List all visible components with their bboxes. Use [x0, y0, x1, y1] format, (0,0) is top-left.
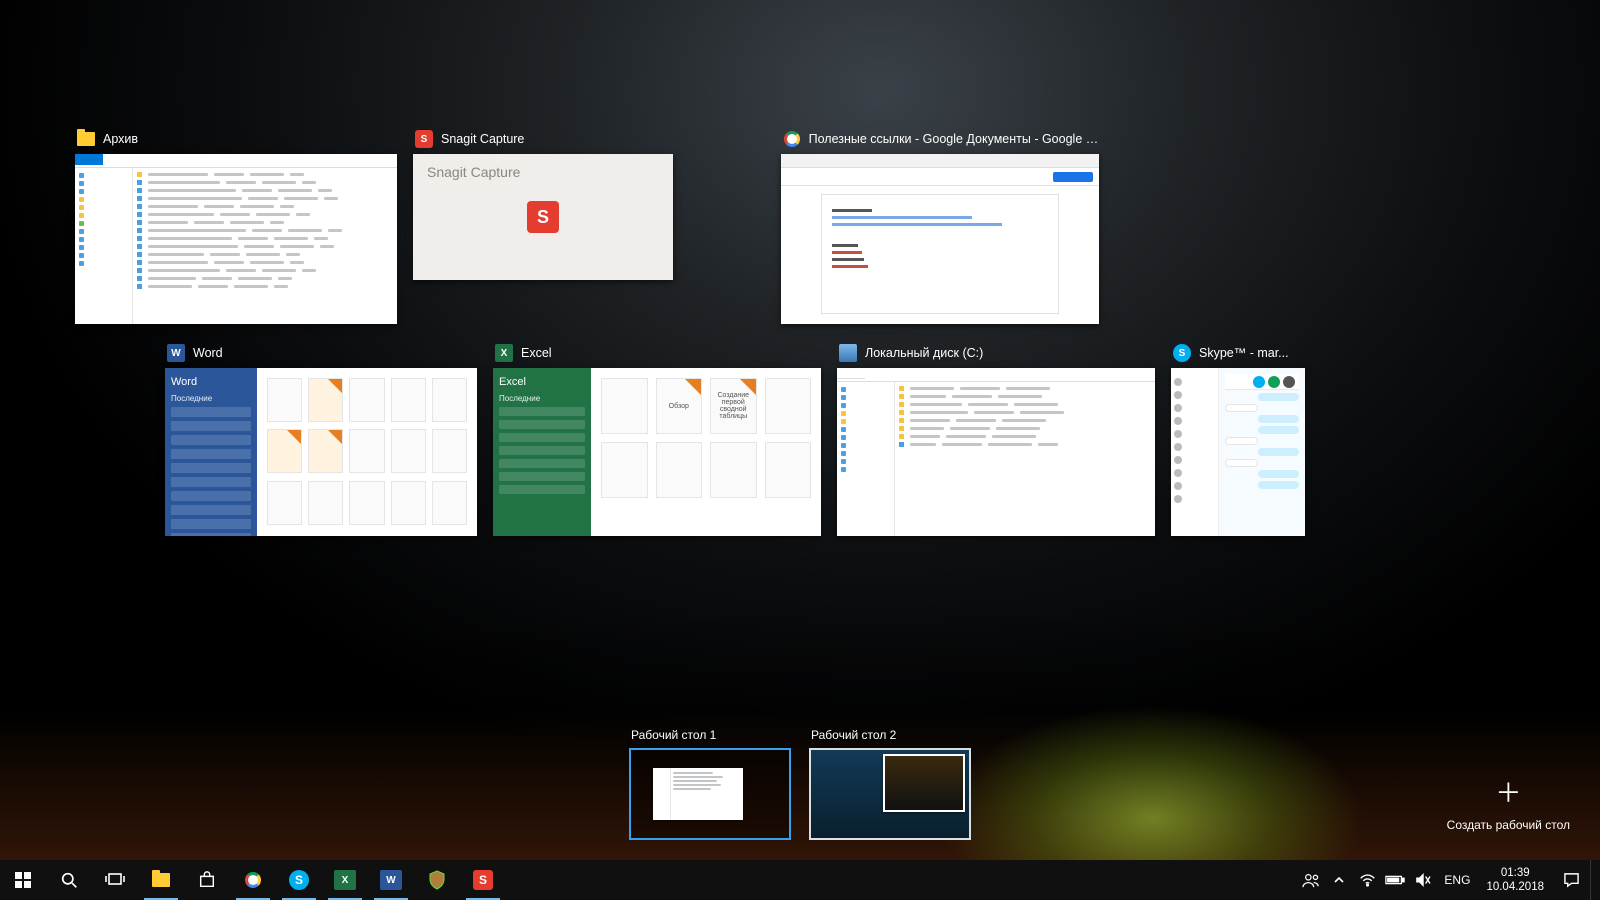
window-title: Word — [193, 346, 223, 360]
taskbar-chrome[interactable] — [230, 860, 276, 900]
window-excel[interactable]: X Excel Excel Последние Обзор Создание п… — [493, 342, 821, 536]
excel-thumb: Excel Последние Обзор Создание первой св… — [493, 368, 821, 536]
word-icon: W — [380, 870, 402, 890]
window-snagit[interactable]: S Snagit Capture Snagit Capture S — [413, 128, 673, 324]
snagit-thumb: Snagit Capture S — [413, 154, 673, 280]
window-title: Excel — [521, 346, 552, 360]
window-title: Полезные ссылки - Google Документы - Goo… — [809, 132, 1099, 146]
clock-time: 01:39 — [1486, 866, 1544, 880]
new-desktop-label: Создать рабочий стол — [1447, 818, 1570, 832]
window-skype[interactable]: S Skype™ - mar... — [1171, 342, 1305, 536]
taskbar: S X W S ENG 01:39 10.04.2018 — [0, 860, 1600, 900]
excel-side-title: Excel — [499, 376, 585, 388]
tray-battery-icon[interactable] — [1382, 860, 1408, 900]
new-desktop-button[interactable]: ＋ Создать рабочий стол — [1447, 773, 1570, 832]
disk-icon — [839, 344, 857, 362]
tray-language[interactable]: ENG — [1438, 873, 1476, 887]
explorer-thumb — [837, 368, 1155, 536]
skype-icon: S — [289, 870, 309, 890]
show-desktop-button[interactable] — [1590, 860, 1596, 900]
window-title: Skype™ - mar... — [1199, 346, 1289, 360]
folder-icon — [77, 130, 95, 148]
search-button[interactable] — [46, 860, 92, 900]
taskbar-snagit[interactable]: S — [460, 860, 506, 900]
tray-clock[interactable]: 01:39 10.04.2018 — [1478, 866, 1552, 895]
virtual-desktop-2[interactable]: Рабочий стол 2 — [809, 728, 971, 840]
taskbar-excel[interactable]: X — [322, 860, 368, 900]
taskbar-store[interactable] — [184, 860, 230, 900]
plus-icon: ＋ — [1495, 773, 1521, 810]
snagit-label: Snagit Capture — [427, 164, 520, 180]
clock-date: 10.04.2018 — [1486, 880, 1544, 894]
window-title: Архив — [103, 132, 138, 146]
virtual-desktop-strip: Рабочий стол 1 Рабочий стол 2 — [0, 728, 1600, 840]
skype-icon: S — [1173, 344, 1191, 362]
chrome-thumb — [781, 154, 1099, 324]
tray-action-center[interactable] — [1554, 860, 1588, 900]
snagit-icon: S — [415, 130, 433, 148]
task-view-button[interactable] — [92, 860, 138, 900]
taskbar-skype[interactable]: S — [276, 860, 322, 900]
excel-tile-label: Создание первой сводной таблицы — [711, 392, 756, 420]
window-localdisk[interactable]: Локальный диск (C:) — [837, 342, 1155, 536]
window-title: Snagit Capture — [441, 132, 524, 146]
window-chrome[interactable]: Полезные ссылки - Google Документы - Goo… — [781, 128, 1099, 324]
excel-icon: X — [334, 870, 356, 890]
excel-side-sub: Последние — [499, 394, 585, 403]
tray-volume-icon[interactable] — [1410, 860, 1436, 900]
virtual-desktop-1[interactable]: Рабочий стол 1 — [629, 728, 791, 840]
taskbar-shield[interactable] — [414, 860, 460, 900]
excel-icon: X — [495, 344, 513, 362]
explorer-thumb — [75, 154, 397, 324]
virtual-desktop-label: Рабочий стол 1 — [629, 728, 791, 742]
tray-people[interactable] — [1298, 860, 1324, 900]
tray-wifi-icon[interactable] — [1354, 860, 1380, 900]
word-side-sub: Последние — [171, 394, 251, 403]
word-thumb: Word Последние — [165, 368, 477, 536]
taskbar-explorer[interactable] — [138, 860, 184, 900]
word-side-title: Word — [171, 376, 251, 388]
window-title: Локальный диск (C:) — [865, 346, 983, 360]
skype-thumb — [1171, 368, 1305, 536]
excel-tile-label: Обзор — [669, 403, 689, 410]
folder-icon — [152, 873, 170, 887]
taskbar-word[interactable]: W — [368, 860, 414, 900]
start-button[interactable] — [0, 860, 46, 900]
window-word[interactable]: W Word Word Последние — [165, 342, 477, 536]
chrome-icon — [783, 130, 801, 148]
snagit-icon: S — [473, 870, 493, 890]
word-icon: W — [167, 344, 185, 362]
virtual-desktop-label: Рабочий стол 2 — [809, 728, 971, 742]
chrome-icon — [245, 872, 261, 888]
task-view: Архив — [75, 128, 1525, 554]
tray-chevron-up-icon[interactable] — [1326, 860, 1352, 900]
window-archive[interactable]: Архив — [75, 128, 397, 324]
